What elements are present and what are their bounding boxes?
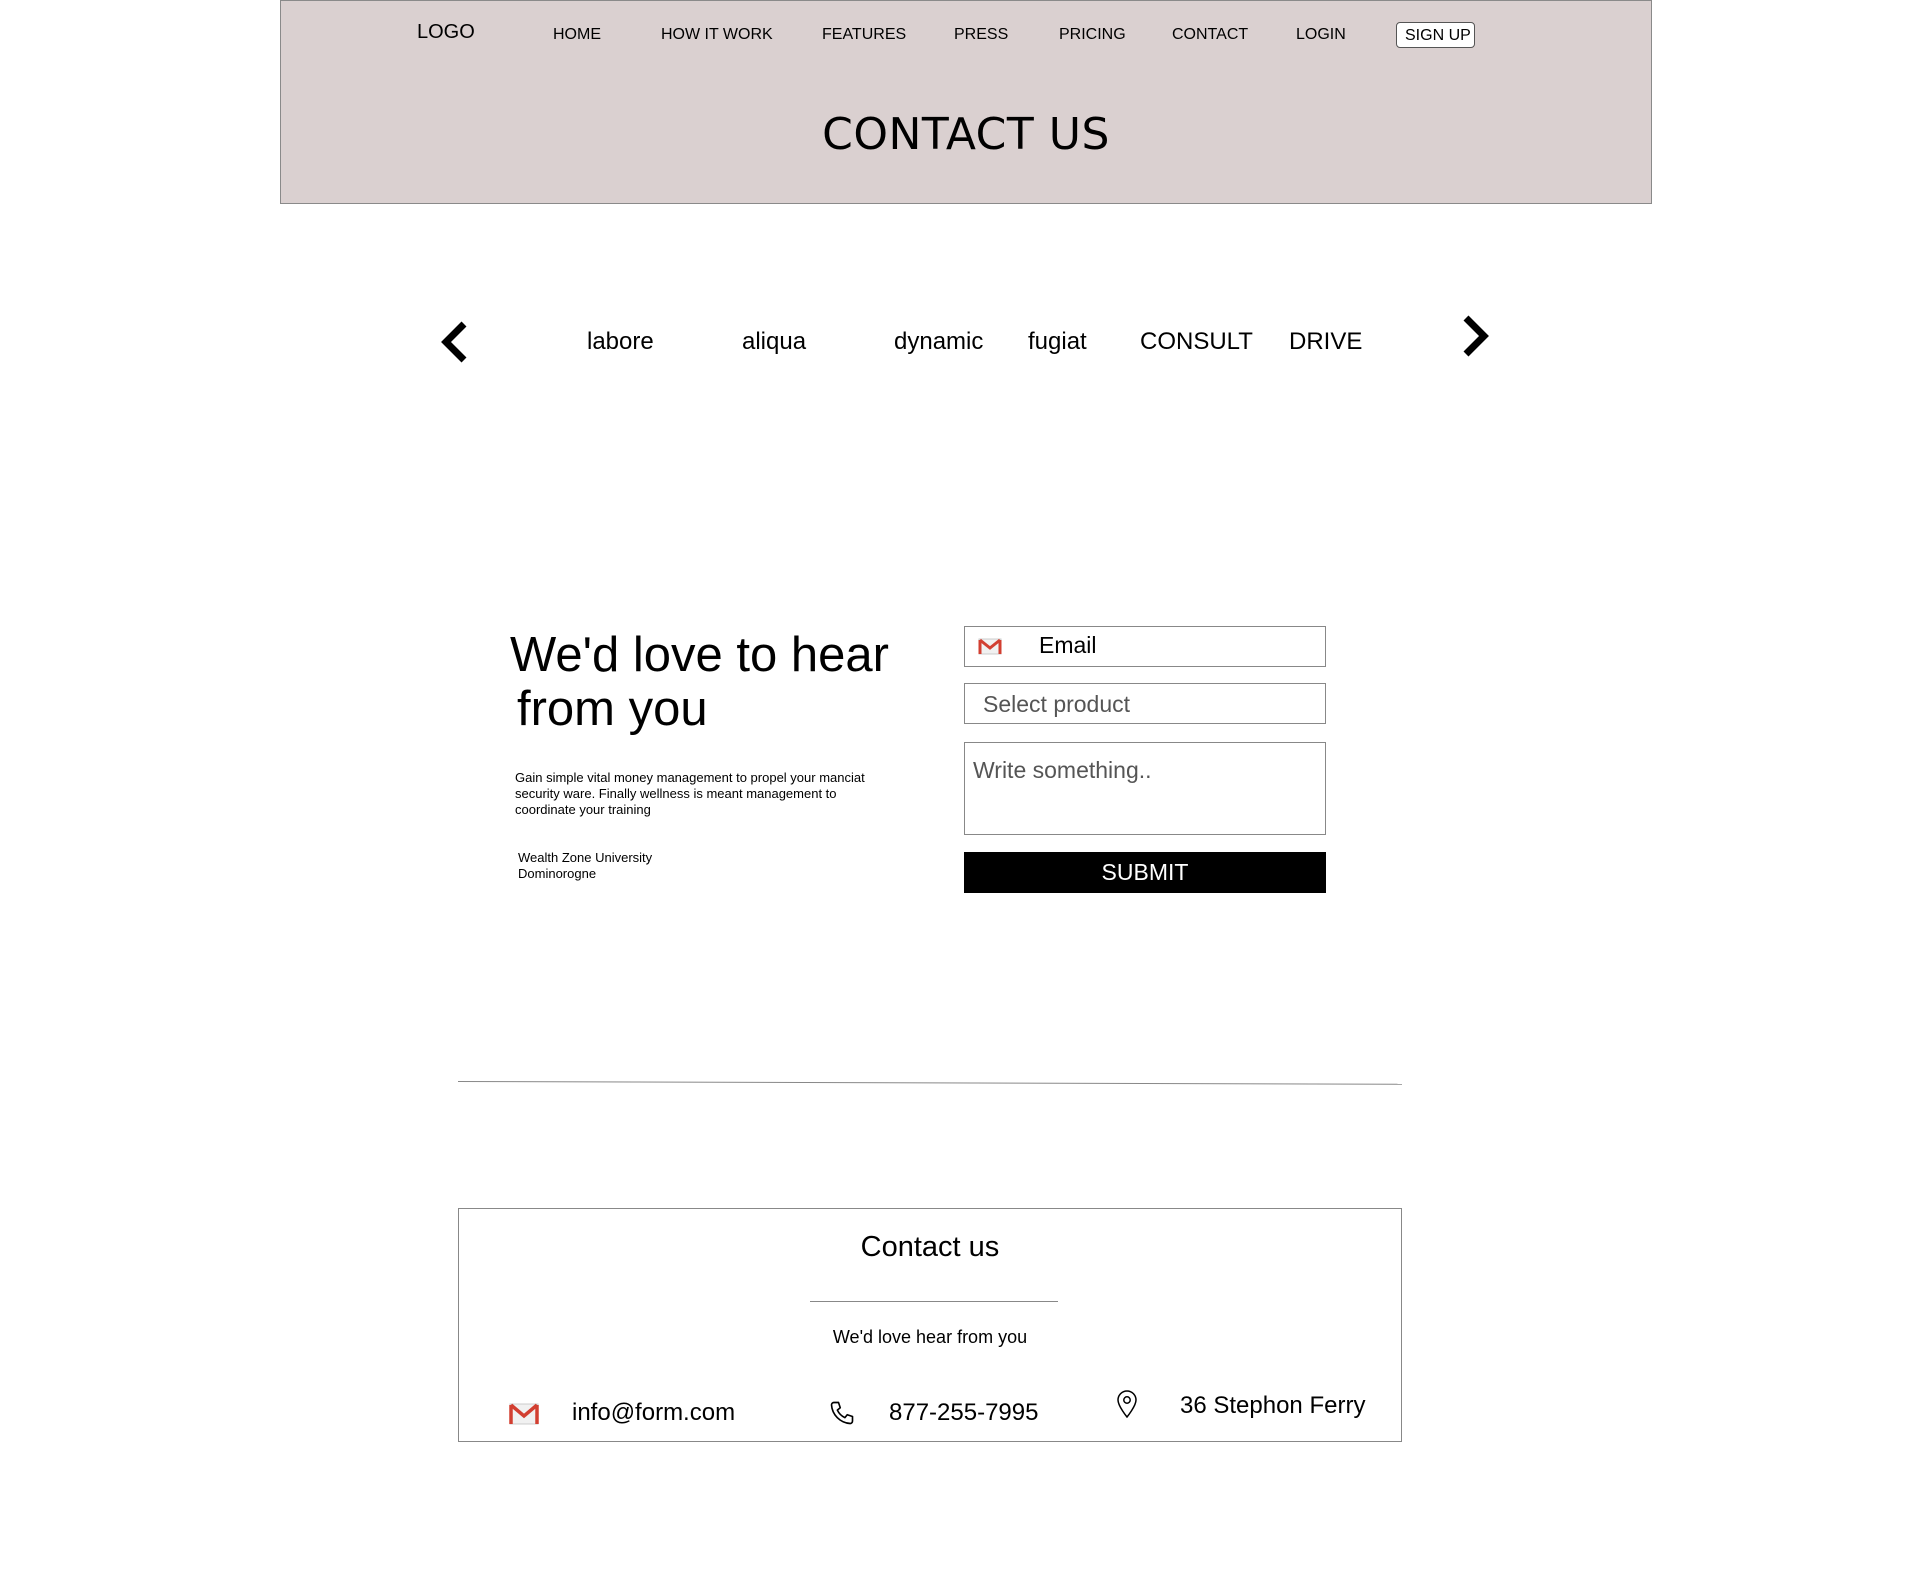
nav-how-it-work[interactable]: HOW IT WORK: [661, 26, 773, 44]
message-placeholder: Write something..: [973, 757, 1152, 783]
contact-title-underline: [810, 1301, 1058, 1302]
contact-address[interactable]: 36 Stephon Ferry: [1180, 1392, 1365, 1420]
carousel-item-aliqua[interactable]: aliqua: [742, 328, 806, 356]
phone-icon: [828, 1399, 856, 1432]
contact-subtitle: We'd love hear from you: [832, 1327, 1028, 1347]
signup-button[interactable]: SIGN UP: [1396, 22, 1475, 48]
intro-heading: We'd love to hear from you: [510, 628, 889, 736]
location-pin-icon: [1115, 1389, 1139, 1424]
product-select[interactable]: Select product: [964, 683, 1326, 724]
nav-features[interactable]: FEATURES: [822, 26, 906, 44]
contact-box: Contact us We'd love hear from you info@…: [458, 1208, 1402, 1442]
email-placeholder: Email: [1039, 632, 1097, 658]
gmail-icon: [978, 638, 1002, 660]
carousel-item-dynamic[interactable]: dynamic: [894, 328, 983, 356]
submit-button[interactable]: SUBMIT: [964, 852, 1326, 893]
nav-contact[interactable]: CONTACT: [1172, 26, 1248, 44]
contact-email[interactable]: info@form.com: [572, 1399, 735, 1427]
chevron-left-icon[interactable]: [436, 318, 476, 366]
intro-body-line1: Gain simple vital money management to pr…: [515, 770, 865, 785]
intro-body-line3: coordinate your training: [515, 802, 651, 817]
intro-body: Gain simple vital money management to pr…: [515, 770, 905, 818]
chevron-right-icon[interactable]: [1454, 312, 1494, 360]
address-line2: Dominorogne: [518, 866, 597, 881]
contact-phone[interactable]: 877-255-7995: [889, 1399, 1038, 1427]
carousel-item-labore[interactable]: labore: [587, 328, 654, 356]
intro-heading-line1: We'd love to hear: [510, 628, 889, 682]
page-header: LOGO HOME HOW IT WORK FEATURES PRESS PRI…: [280, 0, 1652, 204]
nav-home[interactable]: HOME: [553, 26, 601, 44]
section-divider: [457, 1081, 1402, 1085]
email-field[interactable]: Email: [964, 626, 1326, 667]
intro-heading-line2: from you: [517, 682, 708, 736]
carousel-item-drive[interactable]: DRIVE: [1289, 328, 1362, 356]
logo[interactable]: LOGO: [417, 21, 475, 44]
nav-login[interactable]: LOGIN: [1296, 26, 1346, 44]
contact-title: Contact us: [860, 1231, 1000, 1263]
address-line1: Wealth Zone University: [518, 850, 653, 865]
gmail-icon: [509, 1403, 539, 1430]
intro-body-line2: security ware. Finally wellness is meant…: [515, 786, 837, 801]
product-placeholder: Select product: [983, 691, 1131, 717]
nav-press[interactable]: PRESS: [954, 26, 1008, 44]
message-textarea[interactable]: Write something..: [964, 742, 1326, 835]
carousel-item-fugiat[interactable]: fugiat: [1028, 328, 1087, 356]
address-block: Wealth Zone University Dominorogne: [518, 850, 652, 882]
carousel-item-consult[interactable]: CONSULT: [1140, 328, 1253, 356]
page-title: CONTACT US: [822, 109, 1110, 160]
nav-pricing[interactable]: PRICING: [1059, 26, 1126, 44]
